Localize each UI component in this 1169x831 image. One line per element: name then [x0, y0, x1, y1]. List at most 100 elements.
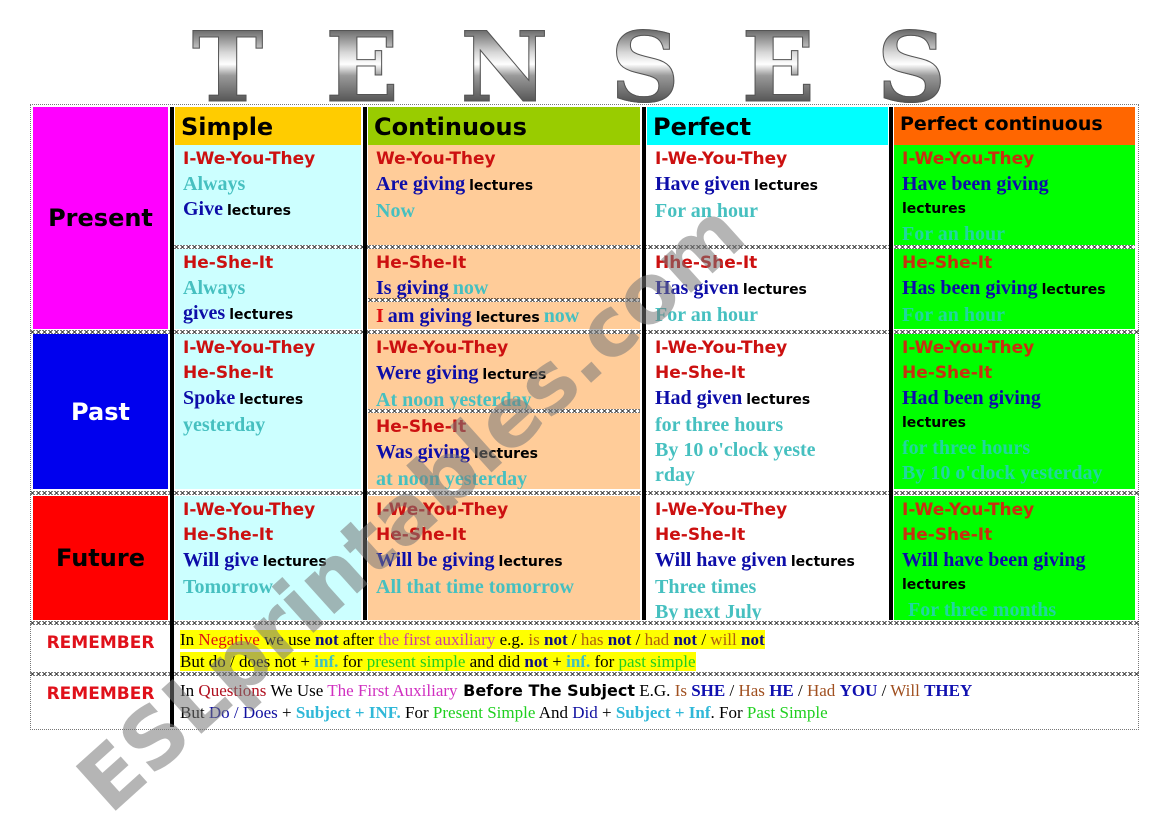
- cell-present-simple-b: He-She-It Always gives lectures: [175, 249, 361, 329]
- text-run: Present Simple: [432, 703, 536, 722]
- row-label-future: Future: [33, 496, 168, 620]
- time-expression: yesterday: [183, 414, 266, 436]
- tenses-table: Present Past Future Simple Continuous Pe…: [30, 104, 1139, 730]
- header-continuous: Continuous: [368, 107, 640, 145]
- text-run: Will: [890, 681, 920, 700]
- object: lectures: [902, 415, 966, 431]
- text-run: THEY: [924, 681, 973, 700]
- text-run: inf.: [566, 652, 591, 671]
- row-divider: [174, 245, 1135, 249]
- cell-present-perfect-continuous-b: He-She-It Has been giving lectures For a…: [894, 249, 1135, 329]
- text-run: had: [644, 630, 670, 649]
- object: lectures: [754, 178, 818, 194]
- text-run: We Use: [266, 681, 328, 700]
- text-run: e.g.: [495, 630, 529, 649]
- row-divider: [368, 409, 640, 413]
- pronoun: We-You-They: [376, 149, 496, 169]
- text-run: Questions: [198, 681, 267, 700]
- time-expression: By 10 o'clock yesterday: [902, 462, 1103, 484]
- text-run: we use: [259, 630, 316, 649]
- time-expression: now: [452, 277, 489, 299]
- object: lectures: [498, 554, 563, 570]
- pronoun: He-She-It: [376, 253, 467, 273]
- time-expression: For three months: [908, 599, 1057, 620]
- pronoun: He-She-It: [376, 417, 467, 437]
- text-run: Is: [674, 681, 687, 700]
- object: lectures: [482, 367, 547, 383]
- time-expression: For an hour: [902, 304, 1005, 326]
- text-run: Before The Subject: [457, 681, 636, 700]
- time-expression: By 10 o'clock yeste: [655, 439, 816, 461]
- time-expression: All that time tomorrow: [376, 576, 574, 598]
- text-run: But do / does not + inf. for present sim…: [180, 652, 696, 671]
- object: lectures: [902, 201, 966, 217]
- cell-present-continuous-a: We-You-They Are giving lectures Now: [368, 145, 640, 245]
- pronoun: I-We-You-They: [655, 338, 788, 358]
- text-run: Subject + Inf: [615, 703, 711, 722]
- time-expression: now: [543, 305, 580, 327]
- verb: Is giving: [376, 277, 449, 299]
- time-expression: For an hour: [902, 223, 1005, 245]
- text-run: /: [725, 681, 739, 700]
- text-run: not: [524, 652, 549, 671]
- subject: I: [376, 305, 384, 327]
- cell-present-perfect-a: I-We-You-They Have given lectures For an…: [647, 145, 888, 245]
- object: lectures: [227, 203, 291, 219]
- text-run: not: [741, 630, 765, 649]
- pronoun: I-We-You-They: [902, 338, 1035, 358]
- text-run: /: [631, 630, 645, 649]
- pronoun: I-We-You-They: [655, 500, 788, 520]
- text-run: Subject + INF.: [295, 703, 401, 722]
- pronoun: I-We-You-They: [655, 149, 788, 169]
- cell-future-simple: I-We-You-They He-She-It Will give lectur…: [175, 496, 361, 620]
- remember-negative-text: In Negative we use not after the first a…: [174, 625, 1134, 671]
- text-run: has: [580, 630, 604, 649]
- page-title: TENSES: [40, 19, 1130, 116]
- pronoun: Hhe-She-It: [655, 253, 758, 273]
- text-run: inf.: [314, 652, 339, 671]
- pronoun: I-We-You-They: [376, 338, 509, 358]
- row-divider: [30, 491, 1139, 495]
- text-run: In: [180, 630, 199, 649]
- pronoun: I-We-You-They: [902, 500, 1035, 520]
- text-run: the first auxiliary: [378, 630, 496, 649]
- text-run: not: [673, 630, 698, 649]
- pronoun: I-We-You-They: [902, 149, 1035, 169]
- row-divider: [30, 330, 1139, 334]
- verb: Will give: [183, 549, 259, 571]
- text-run: for: [338, 652, 367, 671]
- pronoun: I-We-You-They: [183, 338, 316, 358]
- verb: Will have given: [655, 549, 787, 571]
- text-run: for: [590, 652, 619, 671]
- row-label-present: Present: [33, 107, 168, 329]
- questions-line-2: But Do / Does + Subject + INF. For Prese…: [180, 702, 1134, 724]
- verb: Give: [183, 198, 223, 220]
- header-simple: Simple: [175, 107, 361, 145]
- text-run: SHE: [691, 681, 726, 700]
- text-run: is: [528, 630, 540, 649]
- cell-present-perfect-b: Hhe-She-It Has given lectures For an hou…: [647, 249, 888, 329]
- text-run: and did: [465, 652, 525, 671]
- pronoun: He-She-It: [902, 525, 993, 545]
- verb: am giving: [387, 305, 472, 327]
- text-run: Past Simple: [746, 703, 828, 722]
- object: lectures: [790, 554, 855, 570]
- text-run: In Negative we use not after the first a…: [180, 630, 765, 649]
- text-run: HE: [769, 681, 794, 700]
- time-expression: rday: [655, 464, 695, 486]
- time-expression: for three hours: [902, 437, 1031, 459]
- cell-past-perfect-continuous: I-We-You-They He-She-It Had been giving …: [894, 334, 1135, 489]
- text-run: Has: [738, 681, 765, 700]
- text-run: The First Auxiliary: [327, 681, 458, 700]
- cell-past-simple: I-We-You-They He-She-It Spoke lectures y…: [175, 334, 361, 489]
- text-run: E.G.: [635, 681, 675, 700]
- column-divider: [363, 107, 367, 620]
- verb: Were giving: [376, 362, 479, 384]
- time-expression: Always: [183, 277, 246, 299]
- object: lectures: [1041, 282, 1106, 298]
- time-expression: Now: [376, 200, 415, 222]
- column-divider: [642, 107, 646, 620]
- verb: Will have been giving: [902, 549, 1086, 571]
- text-run: will: [710, 630, 737, 649]
- text-run: For: [400, 703, 433, 722]
